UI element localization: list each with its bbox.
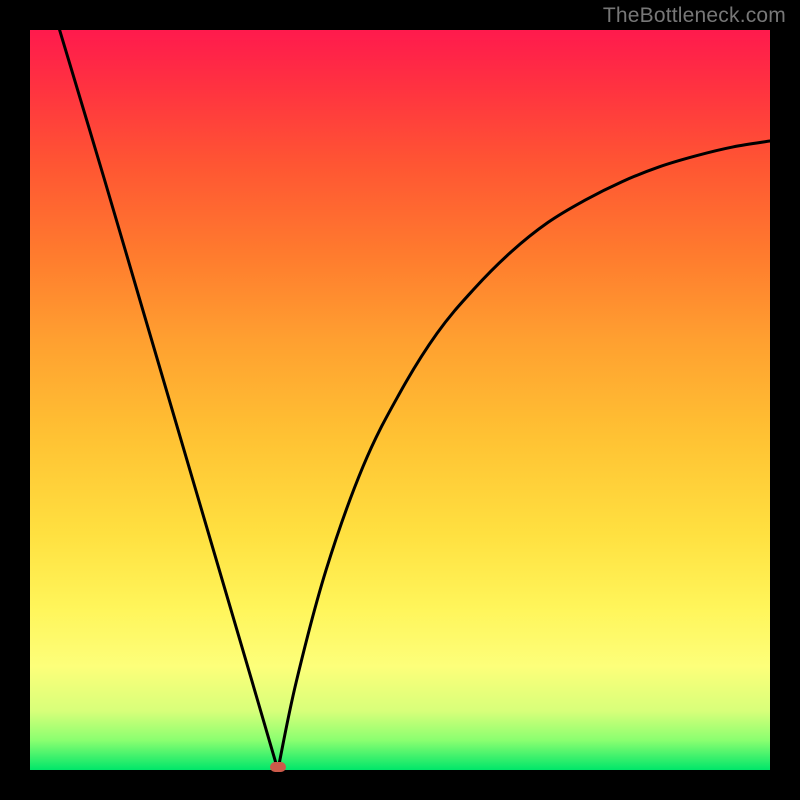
curve-svg (30, 30, 770, 770)
chart-frame: TheBottleneck.com (0, 0, 800, 800)
curve-left-branch (60, 30, 278, 770)
watermark-text: TheBottleneck.com (603, 4, 786, 28)
curve-right-branch (278, 141, 770, 770)
minimum-marker (270, 762, 286, 772)
plot-area (30, 30, 770, 770)
